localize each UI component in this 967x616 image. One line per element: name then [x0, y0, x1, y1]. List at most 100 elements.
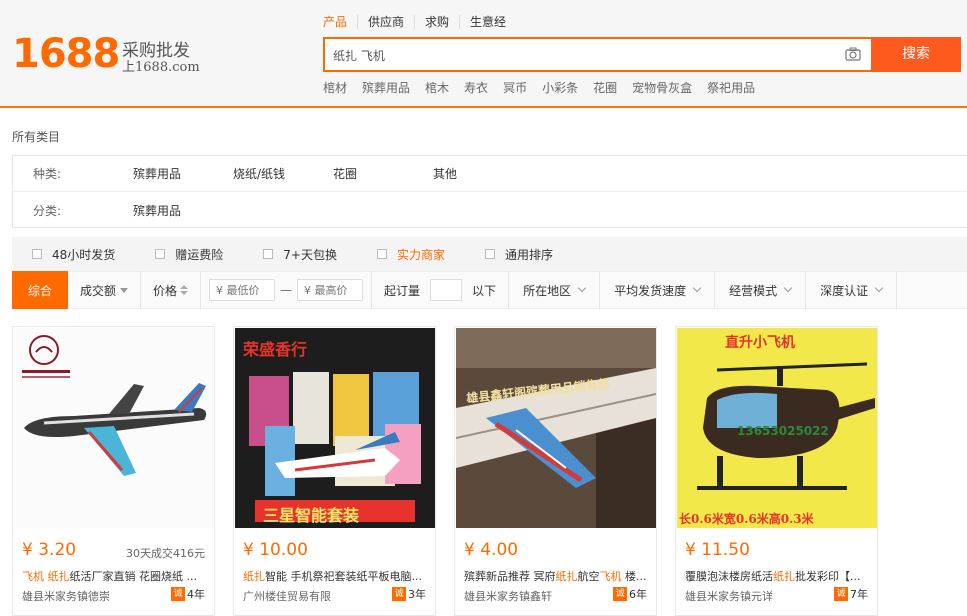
sort-price[interactable]: 价格: [141, 271, 202, 309]
camera-icon[interactable]: [845, 47, 861, 61]
filter-label: 分类:: [33, 203, 62, 218]
shop-name[interactable]: 广州楼佳贸易有限: [243, 588, 331, 604]
hot-word[interactable]: 宠物骨灰盒: [632, 79, 692, 96]
hot-word[interactable]: 寿衣: [464, 79, 488, 96]
tab-purchase[interactable]: 求购: [414, 15, 459, 29]
dropdown-label: 所在地区: [523, 283, 572, 298]
sort-volume[interactable]: 成交额: [68, 271, 142, 309]
product-card[interactable]: 荣盛香行 三星智能套装 ¥ 10.00 纸扎智能 手机祭祀套装纸平板电脑... …: [233, 326, 436, 616]
checkbox[interactable]: [32, 249, 42, 259]
checkbox[interactable]: [377, 249, 387, 259]
checkbox[interactable]: [485, 249, 496, 259]
membership-years: 诚 4年: [171, 586, 205, 602]
hot-word[interactable]: 棺木: [425, 79, 449, 96]
tab-business[interactable]: 生意经: [459, 15, 516, 29]
hot-word[interactable]: 殡葬用品: [362, 79, 410, 96]
ship-speed-dropdown[interactable]: 平均发货速度: [600, 271, 716, 309]
chevron-down-icon: [874, 283, 884, 293]
product-card[interactable]: 直升小飞机 13653025022 长0.6米宽0.6米高0.3米 ¥ 11.5…: [675, 326, 878, 616]
hot-word[interactable]: 祭祀用品: [707, 79, 755, 96]
dropdown-label: 经营模式: [729, 283, 778, 298]
product-image[interactable]: [14, 328, 214, 528]
option-label: 7+天包换: [283, 247, 337, 262]
filter-option[interactable]: 烧纸/纸钱: [233, 165, 333, 182]
search-button[interactable]: 搜索: [871, 37, 961, 72]
option-freight-insurance[interactable]: 赠运费险: [155, 246, 223, 263]
moq-filter: 起订量 以下: [372, 271, 510, 309]
mode-dropdown[interactable]: 经营模式: [715, 271, 807, 309]
product-image[interactable]: 直升小飞机 13653025022 长0.6米宽0.6米高0.3米: [677, 328, 877, 528]
shop-name[interactable]: 雄县米家务镇德崇: [22, 588, 110, 604]
option-label: 48小时发货: [52, 247, 116, 262]
product-image[interactable]: 荣盛香行 三星智能套装: [235, 328, 435, 528]
option-power-merchant[interactable]: 实力商家: [377, 246, 445, 263]
site-logo[interactable]: 1688 采购批发 上1688.com: [12, 31, 200, 77]
filter-option[interactable]: 其他: [433, 165, 533, 182]
chevron-down-icon: [577, 283, 587, 293]
tab-suppliers[interactable]: 供应商: [357, 15, 414, 29]
years-text: 3年: [408, 588, 426, 601]
image-overlay-text: 13653025022: [737, 424, 829, 438]
region-dropdown[interactable]: 所在地区: [509, 271, 601, 309]
product-title[interactable]: 殡葬新品推荐 冥府纸扎航空飞机 楼...: [464, 568, 652, 584]
integrity-badge-icon: 诚: [171, 587, 185, 601]
tab-products[interactable]: 产品: [322, 15, 357, 29]
years-text: 4年: [187, 588, 205, 601]
min-price-input[interactable]: [209, 279, 276, 301]
airplane-image: [14, 328, 214, 528]
hot-word[interactable]: 花圈: [593, 79, 617, 96]
title-text: 纸活厂家直销 花圈烧纸 ...: [69, 570, 197, 583]
shop-name[interactable]: 雄县米家务镇鑫轩: [464, 588, 552, 604]
hot-word[interactable]: 棺材: [323, 79, 347, 96]
option-label: 实力商家: [397, 247, 446, 262]
keyword-highlight: 纸扎: [47, 570, 70, 583]
product-image[interactable]: 雄县鑫轩阁殡葬用品销售部: [456, 328, 656, 528]
filter-option[interactable]: 殡葬用品: [133, 165, 233, 182]
option-label: 通用排序: [505, 247, 554, 262]
product-title[interactable]: 飞机 纸扎纸活厂家直销 花圈烧纸 ...: [22, 568, 210, 584]
search-input[interactable]: [333, 46, 833, 64]
option-48h-shipping[interactable]: 48小时发货: [32, 246, 115, 263]
product-title[interactable]: 覆膜泡沫楼房纸活纸扎批发彩印【...: [685, 568, 873, 584]
filter-option[interactable]: 殡葬用品: [133, 202, 233, 219]
membership-years: 诚 3年: [392, 586, 426, 602]
checkbox[interactable]: [263, 249, 274, 259]
product-title[interactable]: 纸扎智能 手机祭祀套装纸平板电脑...: [243, 568, 431, 584]
hot-word[interactable]: 小彩条: [542, 79, 578, 96]
title-text: 航空: [577, 570, 600, 583]
moq-label: 起订量: [384, 283, 421, 298]
search-type-tabs: 产品 供应商 求购 生意经: [322, 15, 516, 29]
product-price: ¥ 4.00: [464, 540, 519, 560]
membership-years: 诚 7年: [834, 586, 868, 602]
chevron-down-icon: [783, 283, 793, 293]
integrity-badge-icon: 诚: [834, 587, 848, 601]
option-7day-exchange[interactable]: 7+天包换: [263, 246, 337, 263]
filter-option[interactable]: 花圈: [333, 165, 433, 182]
image-overlay-text: 直升小飞机: [725, 335, 795, 351]
keyword-highlight: 纸扎: [555, 570, 578, 583]
hot-word[interactable]: 冥币: [503, 79, 527, 96]
membership-years: 诚 6年: [613, 586, 647, 602]
option-label: 赠运费险: [175, 247, 224, 262]
breadcrumb[interactable]: 所有类目: [12, 128, 60, 145]
cert-dropdown[interactable]: 深度认证: [806, 271, 898, 309]
price-range: —: [201, 271, 373, 309]
dropdown-label: 深度认证: [820, 283, 869, 298]
shop-name[interactable]: 雄县米家务镇元详: [685, 588, 773, 604]
logo-number: 1688: [12, 31, 120, 77]
product-card[interactable]: ¥ 3.20 30天成交416元 飞机 纸扎纸活厂家直销 花圈烧纸 ... 雄县…: [12, 326, 215, 616]
service-options-bar: 48小时发货 赠运费险 7+天包换 实力商家 通用排序: [12, 237, 967, 271]
moq-input[interactable]: [430, 279, 463, 301]
image-overlay-text: 长0.6米宽0.6米高0.3米: [679, 512, 814, 526]
caret-down-icon: [120, 287, 129, 293]
checkbox[interactable]: [155, 249, 166, 259]
filter-row-class: 分类: 殡葬用品: [13, 192, 967, 228]
moq-suffix: 以下: [472, 283, 497, 298]
max-price-input[interactable]: [297, 279, 364, 301]
title-text: 批发彩印【...: [795, 570, 861, 583]
sort-comprehensive[interactable]: 综合: [12, 271, 68, 309]
image-overlay-text: 荣盛香行: [243, 340, 308, 359]
keyword-highlight: 飞机: [599, 570, 622, 583]
product-card[interactable]: 雄县鑫轩阁殡葬用品销售部 ¥ 4.00 殡葬新品推荐 冥府纸扎航空飞机 楼...…: [454, 326, 657, 616]
option-general-sort[interactable]: 通用排序: [485, 246, 553, 263]
